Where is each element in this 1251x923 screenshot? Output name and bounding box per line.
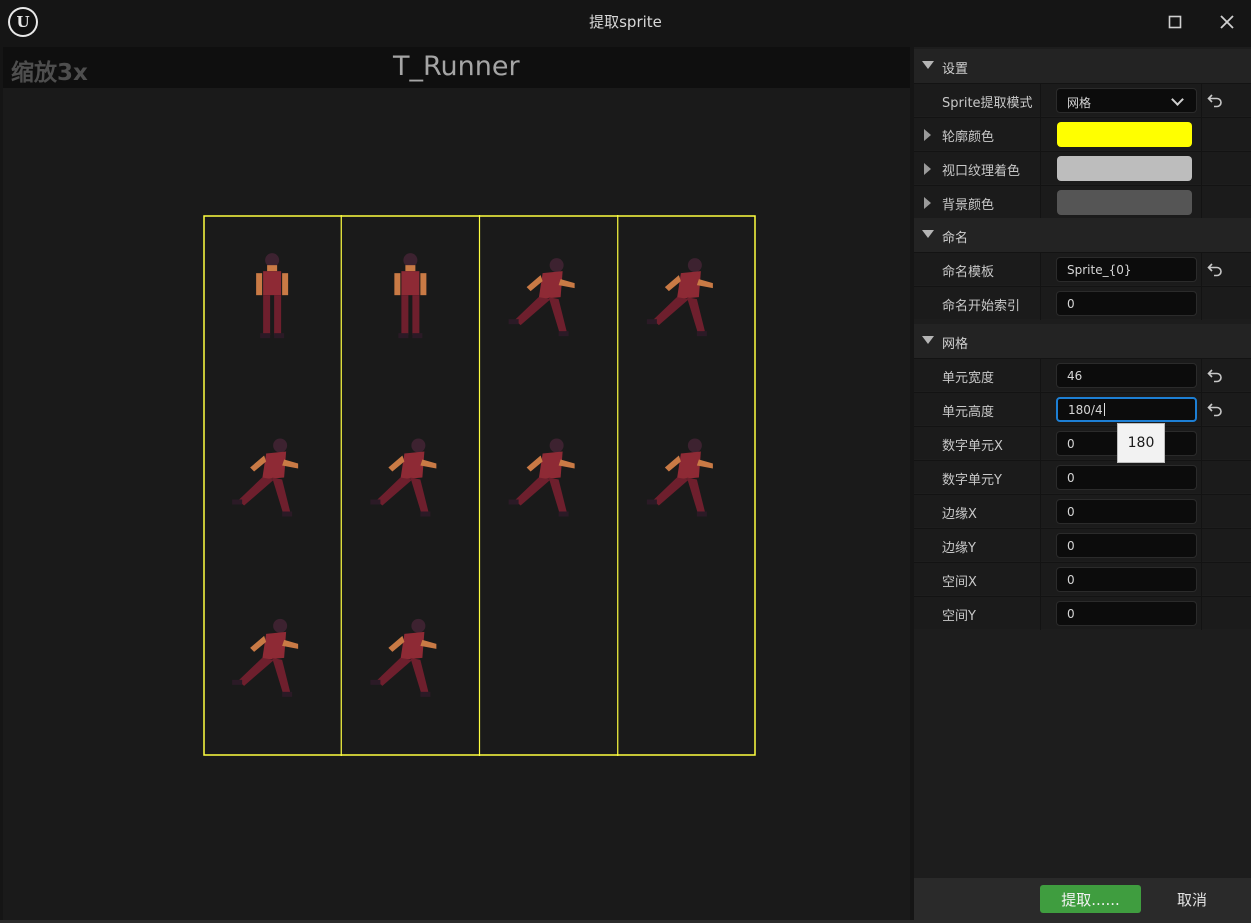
property-label: 空间X bbox=[942, 575, 977, 590]
close-icon[interactable] bbox=[1215, 10, 1239, 34]
category-grid[interactable]: 网格 bbox=[914, 324, 1251, 358]
category-naming[interactable]: 命名 bbox=[914, 218, 1251, 252]
details-panel: 设置 Sprite提取模式 网格 轮廓颜色 视口纹理着色 背景颜色 命名 命名模… bbox=[914, 47, 1251, 878]
row-margin-x: 边缘X 0 bbox=[914, 494, 1251, 528]
category-label: 设置 bbox=[942, 62, 969, 77]
viewport-header: 缩放3x T_Runner bbox=[3, 47, 910, 88]
property-label: 数字单元Y bbox=[942, 473, 1002, 488]
row-spacing-x: 空间X 0 bbox=[914, 562, 1251, 596]
value-tooltip: 180 bbox=[1117, 423, 1165, 463]
reset-arrow-icon[interactable] bbox=[1206, 366, 1224, 384]
property-label: 空间Y bbox=[942, 609, 976, 624]
sprite-viewport[interactable]: 缩放3x T_Runner bbox=[3, 47, 910, 920]
sprite-frame bbox=[370, 618, 437, 697]
spacing-y-input[interactable]: 0 bbox=[1056, 601, 1197, 626]
naming-start-index-input[interactable]: 0 bbox=[1056, 291, 1197, 316]
property-label: 命名开始索引 bbox=[942, 299, 1021, 314]
margin-x-input[interactable]: 0 bbox=[1056, 499, 1197, 524]
row-naming-template: 命名模板 Sprite_{0} bbox=[914, 252, 1251, 286]
property-label: 数字单元X bbox=[942, 439, 1003, 454]
property-label: 单元宽度 bbox=[942, 371, 995, 386]
sprite-frame bbox=[232, 618, 299, 697]
reset-arrow-icon[interactable] bbox=[1206, 260, 1224, 278]
collapse-arrow-icon bbox=[922, 336, 934, 344]
dropdown-value: 网格 bbox=[1067, 96, 1092, 110]
row-viewport-tint: 视口纹理着色 bbox=[914, 151, 1251, 185]
row-naming-start-index: 命名开始索引 0 bbox=[914, 286, 1251, 320]
zoom-label: 缩放3x bbox=[11, 60, 88, 86]
property-label: 单元高度 bbox=[942, 405, 995, 420]
row-cell-width: 单元宽度 46 bbox=[914, 358, 1251, 392]
property-label: 边缘Y bbox=[942, 541, 976, 556]
row-margin-y: 边缘Y 0 bbox=[914, 528, 1251, 562]
sprite-frame bbox=[232, 438, 299, 517]
text-cursor bbox=[1103, 403, 1105, 416]
property-label: 轮廓颜色 bbox=[942, 130, 995, 145]
extraction-mode-dropdown[interactable]: 网格 bbox=[1056, 88, 1197, 113]
category-label: 网格 bbox=[942, 337, 969, 352]
cell-height-text: 180/4 bbox=[1068, 403, 1103, 417]
sprite-frame bbox=[394, 253, 427, 339]
cell-height-input[interactable]: 180/4 bbox=[1056, 397, 1197, 422]
window-title: 提取sprite bbox=[589, 13, 662, 31]
row-background-color: 背景颜色 bbox=[914, 185, 1251, 219]
reset-arrow-icon[interactable] bbox=[1206, 400, 1224, 418]
expand-arrow-icon[interactable] bbox=[924, 197, 931, 209]
maximize-icon[interactable] bbox=[1163, 10, 1187, 34]
collapse-arrow-icon bbox=[922, 61, 934, 69]
outline-color-swatch[interactable] bbox=[1057, 122, 1192, 147]
naming-template-input[interactable]: Sprite_{0} bbox=[1056, 257, 1197, 282]
expand-arrow-icon[interactable] bbox=[924, 163, 931, 175]
category-label: 命名 bbox=[942, 231, 969, 246]
row-cell-height: 单元高度 180/4 bbox=[914, 392, 1251, 426]
sprite-frame bbox=[646, 438, 713, 517]
cell-width-input[interactable]: 46 bbox=[1056, 363, 1197, 388]
sprite-frame bbox=[256, 253, 289, 339]
property-label: 命名模板 bbox=[942, 265, 995, 280]
extract-button[interactable]: 提取...... bbox=[1040, 885, 1141, 913]
sprite-frame bbox=[508, 438, 575, 517]
asset-name: T_Runner bbox=[393, 51, 520, 82]
property-label: Sprite提取模式 bbox=[942, 96, 1033, 111]
row-spacing-y: 空间Y 0 bbox=[914, 596, 1251, 630]
property-label: 边缘X bbox=[942, 507, 977, 522]
sprite-sheet[interactable] bbox=[203, 215, 756, 756]
row-num-cells-x: 数字单元X 0 bbox=[914, 426, 1251, 460]
collapse-arrow-icon bbox=[922, 230, 934, 238]
margin-y-input[interactable]: 0 bbox=[1056, 533, 1197, 558]
property-label: 背景颜色 bbox=[942, 198, 995, 213]
dialog-footer: 提取...... 取消 bbox=[914, 878, 1251, 920]
row-outline-color: 轮廓颜色 bbox=[914, 117, 1251, 151]
sprite-frame bbox=[646, 258, 713, 337]
row-num-cells-y: 数字单元Y 0 bbox=[914, 460, 1251, 494]
background-color-swatch[interactable] bbox=[1057, 190, 1192, 215]
reset-arrow-icon[interactable] bbox=[1206, 91, 1224, 109]
spacing-x-input[interactable]: 0 bbox=[1056, 567, 1197, 592]
category-settings[interactable]: 设置 bbox=[914, 49, 1251, 83]
sprite-grid-canvas bbox=[203, 215, 756, 756]
expand-arrow-icon[interactable] bbox=[924, 129, 931, 141]
chevron-down-icon bbox=[1171, 93, 1184, 106]
num-cells-y-input[interactable]: 0 bbox=[1056, 465, 1197, 490]
sprite-frame bbox=[508, 258, 575, 337]
title-bar: U 提取sprite bbox=[0, 0, 1251, 44]
property-label: 视口纹理着色 bbox=[942, 164, 1021, 179]
viewport-tint-swatch[interactable] bbox=[1057, 156, 1192, 181]
cancel-button[interactable]: 取消 bbox=[1149, 885, 1235, 913]
sprite-frame bbox=[370, 438, 437, 517]
row-extraction-mode: Sprite提取模式 网格 bbox=[914, 83, 1251, 117]
